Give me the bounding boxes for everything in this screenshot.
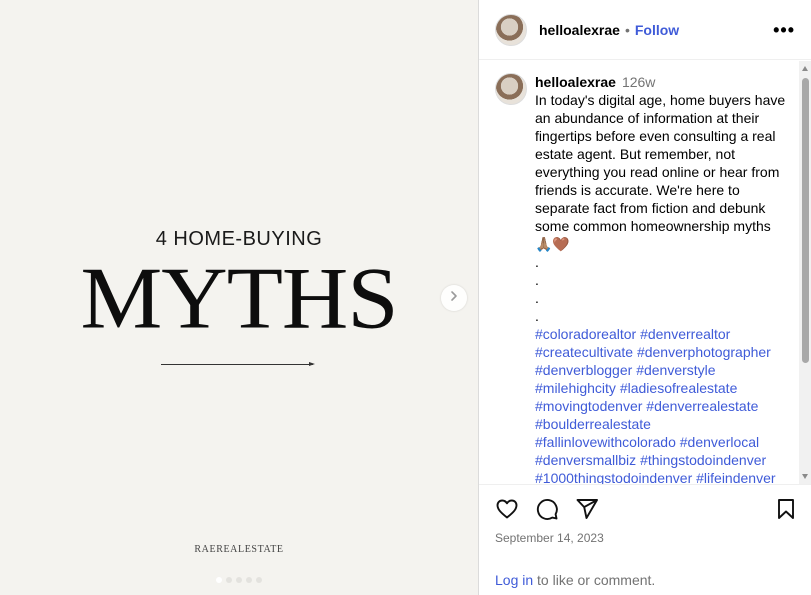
caption: helloalexrae 126w In today's digital age,… [479, 61, 811, 484]
carousel-dot [216, 577, 222, 583]
post-actions: September 14, 2023 Log in to like or com… [479, 484, 811, 595]
hashtag-link[interactable]: #milehighcity [535, 380, 616, 396]
caption-dot-line: . [535, 254, 539, 270]
share-button[interactable] [575, 497, 599, 526]
hashtag-link[interactable]: #denverrealtor [640, 326, 730, 342]
next-slide-button[interactable] [441, 285, 467, 311]
slide-arrow-line [161, 364, 313, 365]
slide-arrow-head [309, 362, 315, 366]
slide-title: MYTHS [80, 249, 398, 347]
action-icons [495, 497, 599, 526]
more-options-icon[interactable]: ••• [773, 20, 795, 41]
post-sidebar: helloalexrae • Follow ••• helloalexrae 12… [478, 0, 811, 595]
hashtag-link[interactable]: #denverrealestate [646, 398, 758, 414]
carousel-dot [256, 577, 262, 583]
hashtag-link[interactable]: #boulderrealestate [535, 416, 651, 432]
post-header: helloalexrae • Follow ••• [479, 0, 811, 60]
post-date: September 14, 2023 [495, 531, 604, 545]
post-media: 4 HOME-BUYING MYTHS RAEREALESTATE [0, 0, 478, 595]
caption-dot-line: . [535, 272, 539, 288]
hashtag-link[interactable]: #denverstyle [636, 362, 715, 378]
avatar[interactable] [495, 13, 527, 46]
login-prompt: Log in to like or comment. [495, 572, 655, 588]
caption-dot-line: . [535, 308, 539, 324]
hashtag-link[interactable]: #denverlocal [680, 434, 759, 450]
hashtag-link[interactable]: #1000thingstodoindenver [535, 470, 692, 484]
caption-age: 126w [621, 74, 656, 90]
hashtag-link[interactable]: #fallinlovewithcolorado [535, 434, 676, 450]
slide-brand: RAEREALESTATE [194, 544, 284, 555]
heart-icon [495, 497, 519, 526]
bookmark-icon [774, 497, 798, 526]
carousel-indicator [0, 577, 478, 583]
header-separator: • [624, 21, 630, 38]
caption-body: helloalexrae 126w In today's digital age,… [535, 73, 790, 484]
scroll-down-arrow[interactable] [802, 474, 808, 479]
carousel-dot [226, 577, 232, 583]
hashtag-link[interactable]: #denversmallbiz [535, 452, 636, 468]
hashtag-link[interactable]: #movingtodenver [535, 398, 642, 414]
caption-scrollbar[interactable] [799, 61, 811, 484]
scroll-thumb[interactable] [802, 78, 809, 363]
scroll-up-arrow[interactable] [802, 66, 808, 71]
comment-icon [535, 497, 559, 526]
login-prompt-text: to like or comment. [533, 572, 656, 588]
chevron-right-icon [448, 289, 460, 307]
carousel-dot [236, 577, 242, 583]
carousel-dot [246, 577, 252, 583]
hashtag-link[interactable]: #ladiesofrealestate [620, 380, 738, 396]
caption-emoji: 🙏🏽🤎 [535, 236, 570, 252]
caption-hashtags: #coloradorealtor #denverrealtor #createc… [535, 325, 790, 484]
slide-subtitle: 4 HOME-BUYING [155, 228, 323, 250]
like-button[interactable] [495, 499, 519, 523]
caption-username[interactable]: helloalexrae [535, 74, 616, 90]
hashtag-link[interactable]: #lifeindenver [696, 470, 775, 484]
caption-avatar[interactable] [495, 73, 527, 105]
hashtag-link[interactable]: #coloradorealtor [535, 326, 636, 342]
hashtag-link[interactable]: #denverphotographer [637, 344, 771, 360]
caption-text: In today's digital age, home buyers have… [535, 92, 790, 234]
follow-button[interactable]: Follow [635, 22, 679, 38]
header-username[interactable]: helloalexrae [539, 22, 620, 38]
comment-button[interactable] [535, 497, 559, 526]
hashtag-link[interactable]: #createcultivate [535, 344, 633, 360]
save-button[interactable] [774, 497, 798, 526]
caption-dots: .... [535, 253, 790, 325]
post-dialog: 4 HOME-BUYING MYTHS RAEREALESTATE helloa… [0, 0, 811, 595]
hashtag-link[interactable]: #denverblogger [535, 362, 632, 378]
hashtag-link[interactable]: #thingstodoindenver [640, 452, 766, 468]
caption-dot-line: . [535, 290, 539, 306]
login-link[interactable]: Log in [495, 572, 533, 588]
caption-area: helloalexrae 126w In today's digital age,… [479, 61, 811, 484]
share-icon [575, 497, 599, 526]
